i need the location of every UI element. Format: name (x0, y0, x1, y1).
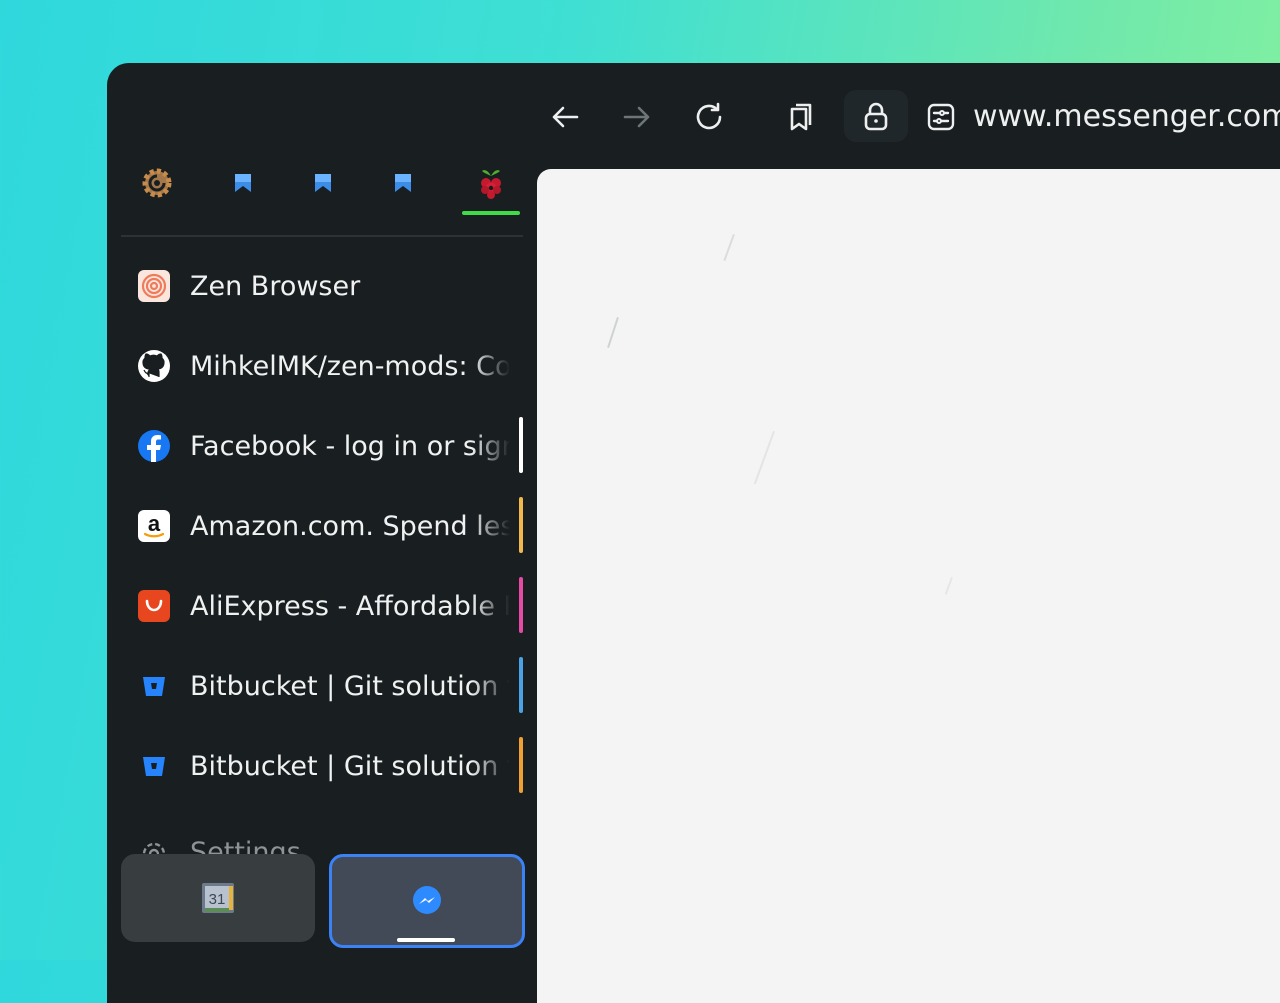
sliders-icon (927, 103, 955, 131)
url-host: www.messenger.com (973, 99, 1280, 134)
tab-title: MihkelMK/zen-mods: Co (190, 351, 510, 382)
raspberry-icon (481, 170, 501, 199)
essential-bookmark-1[interactable] (214, 151, 272, 215)
forward-arrow-icon (623, 106, 650, 128)
calendar-day: 31 (209, 891, 226, 908)
tab-color-marker (519, 657, 523, 713)
tab-title: Zen Browser (190, 271, 361, 302)
svg-text:a: a (148, 511, 161, 536)
tab-title: Bitbucket | Git solution f (190, 751, 510, 782)
reload-button[interactable] (683, 91, 735, 143)
github-icon (138, 350, 170, 382)
calendar-icon: 31 (202, 883, 234, 913)
messenger-icon (413, 886, 441, 914)
tab-color-marker (519, 577, 523, 633)
tab-color-marker (519, 497, 523, 553)
reload-icon (696, 102, 722, 130)
forward-button[interactable] (611, 91, 663, 143)
zen-icon (138, 270, 170, 302)
url-bar[interactable]: www.messenger.com/ (973, 95, 1280, 139)
tab-aliexpress[interactable]: AliExpress - Affordable P (121, 573, 523, 639)
essential-raspberry-pi[interactable] (462, 151, 520, 215)
essential-bookmark-2[interactable] (294, 151, 352, 215)
facebook-icon (138, 430, 170, 462)
tab-color-marker (519, 417, 523, 473)
pinned-messenger[interactable] (329, 854, 525, 948)
bitbucket-icon (143, 677, 165, 696)
content-artifact (723, 234, 735, 261)
tab-color-marker (519, 737, 523, 793)
blue-bookmark-icon (235, 174, 251, 192)
aliexpress-icon (138, 590, 170, 622)
amazon-icon: a (138, 510, 170, 542)
site-security-button[interactable] (844, 90, 908, 142)
bitbucket-icon (143, 757, 165, 776)
content-artifact (944, 577, 953, 595)
tab-zen-browser[interactable]: Zen Browser (121, 253, 523, 319)
bookmarks-icon (790, 103, 812, 131)
active-essential-indicator (462, 211, 520, 215)
bookmarks-button[interactable] (775, 91, 827, 143)
tab-title: Facebook - log in or sign (190, 431, 510, 462)
grafana-icon (142, 168, 172, 198)
web-content[interactable] (537, 169, 1280, 1003)
blue-bookmark-icon (315, 174, 331, 192)
lock-icon (864, 102, 888, 131)
content-artifact (607, 317, 619, 349)
essential-bookmark-3[interactable] (374, 151, 432, 215)
back-button[interactable] (539, 91, 591, 143)
tab-bitbucket-1[interactable]: Bitbucket | Git solution f (121, 653, 523, 719)
blue-bookmark-icon (395, 174, 411, 192)
essentials-row (121, 151, 523, 215)
tab-title: AliExpress - Affordable P (190, 591, 510, 622)
essential-grafana[interactable] (128, 151, 186, 215)
tab-title: Amazon.com. Spend less (190, 511, 510, 542)
back-arrow-icon (552, 106, 579, 128)
content-artifact (753, 431, 775, 485)
tab-github[interactable]: MihkelMK/zen-mods: Co (121, 333, 523, 399)
sidebar-divider (121, 235, 523, 237)
tab-bitbucket-2[interactable]: Bitbucket | Git solution f (121, 733, 523, 799)
pinned-google-calendar[interactable]: 31 (121, 854, 315, 942)
tab-amazon[interactable]: a Amazon.com. Spend less (121, 493, 523, 559)
tab-facebook[interactable]: Facebook - log in or sign (121, 413, 523, 479)
browser-window: www.messenger.com/ (107, 63, 1280, 1003)
active-pinned-indicator (397, 938, 455, 942)
tab-title: Bitbucket | Git solution f (190, 671, 510, 702)
site-settings-button[interactable] (915, 91, 967, 143)
